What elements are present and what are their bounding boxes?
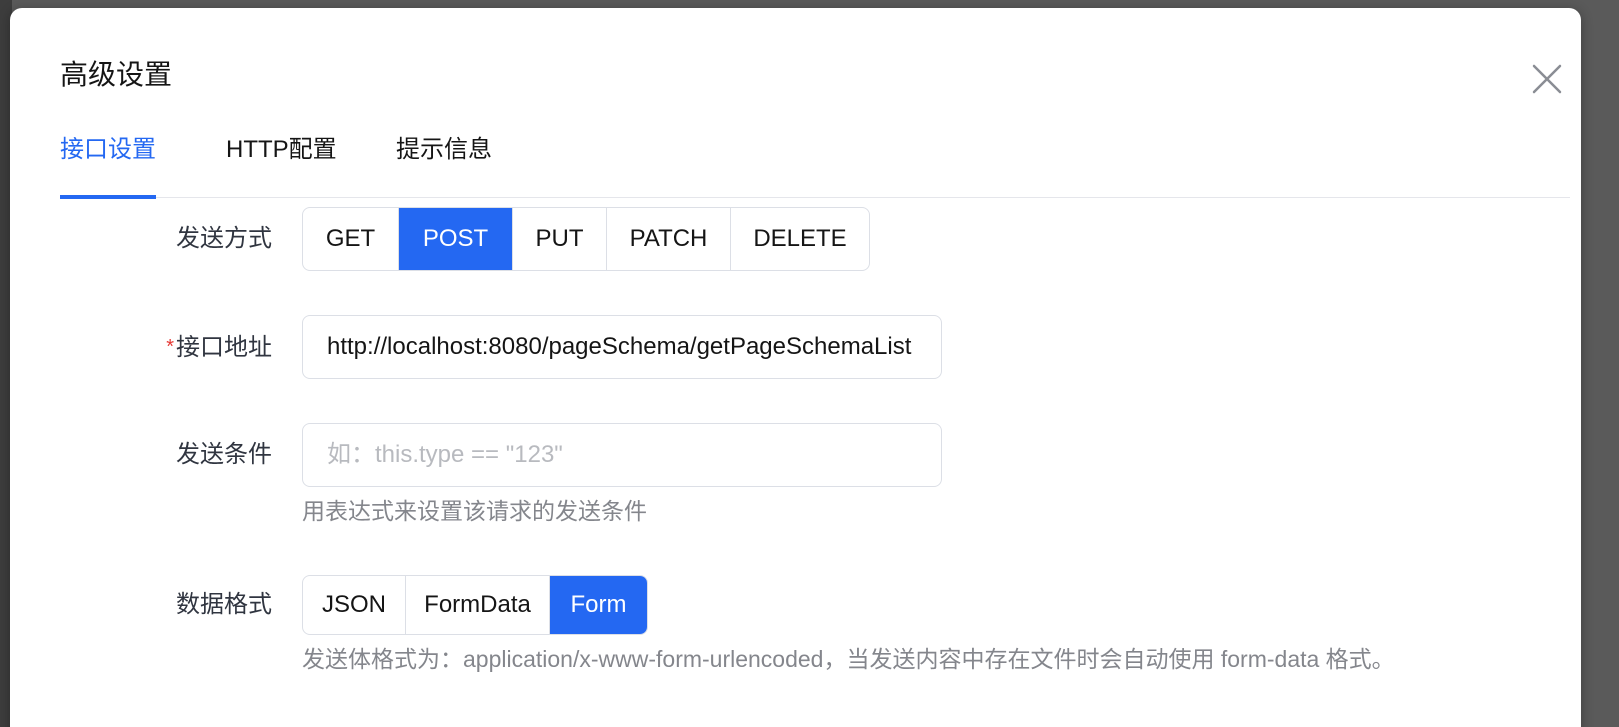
method-option-get[interactable]: GET — [303, 208, 399, 270]
method-option-patch[interactable]: PATCH — [607, 208, 731, 270]
data-format-hint: 发送体格式为：application/x-www-form-urlencoded… — [302, 646, 1395, 672]
api-url-label-text: 接口地址 — [176, 334, 272, 361]
method-option-delete[interactable]: DELETE — [731, 208, 869, 270]
tab-api-settings[interactable]: 接口设置 — [60, 132, 156, 199]
data-format-segmented-control: JSON FormData Form — [302, 575, 648, 635]
api-url-input[interactable] — [327, 333, 917, 361]
api-url-label: *接口地址 — [72, 330, 272, 365]
send-condition-input[interactable] — [327, 441, 917, 469]
format-option-json[interactable]: JSON — [303, 576, 406, 634]
settings-tabs: 接口设置 HTTP配置 提示信息 — [60, 132, 1570, 199]
tab-http-config[interactable]: HTTP配置 — [226, 132, 337, 198]
method-segmented-control: GET POST PUT PATCH DELETE — [302, 207, 870, 271]
send-condition-hint: 用表达式来设置该请求的发送条件 — [302, 498, 647, 524]
advanced-settings-dialog: 高级设置 接口设置 HTTP配置 提示信息 发送方式 GET POST PUT … — [10, 8, 1581, 727]
format-option-formdata[interactable]: FormData — [406, 576, 550, 634]
method-option-put[interactable]: PUT — [513, 208, 607, 270]
method-option-post[interactable]: POST — [399, 208, 513, 270]
tab-prompt-info[interactable]: 提示信息 — [396, 132, 492, 198]
send-condition-field-wrapper — [302, 423, 942, 487]
dialog-title: 高级设置 — [60, 59, 173, 90]
close-icon[interactable] — [1530, 62, 1564, 96]
method-label: 发送方式 — [176, 225, 272, 252]
format-option-form[interactable]: Form — [550, 576, 647, 634]
send-condition-label: 发送条件 — [176, 441, 272, 468]
api-url-field-wrapper — [302, 315, 942, 379]
data-format-label: 数据格式 — [176, 591, 272, 618]
required-star: * — [166, 336, 174, 358]
